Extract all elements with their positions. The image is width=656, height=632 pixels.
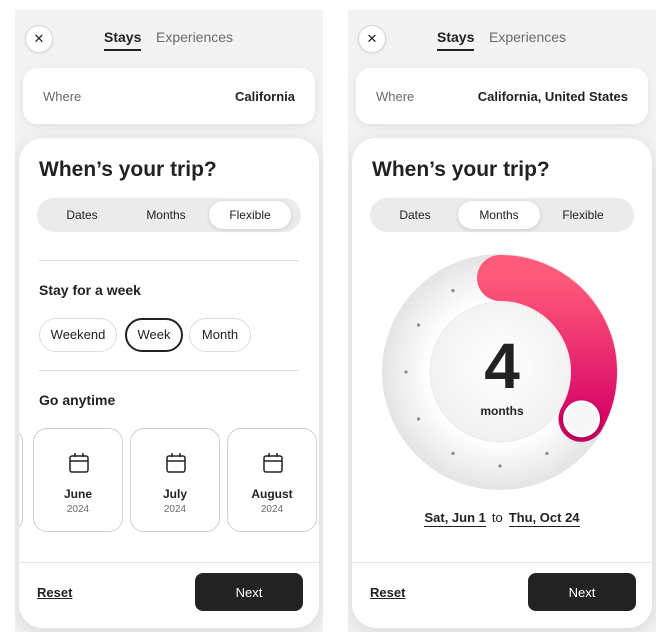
dial-tick	[451, 451, 455, 456]
top-bar: ✕ Stays Experiences	[348, 22, 656, 56]
where-card[interactable]: Where California, United States	[356, 68, 648, 124]
month-count: 4	[484, 330, 520, 402]
month-card-august[interactable]: August 2024	[227, 428, 317, 532]
month-year: 2024	[66, 504, 90, 515]
dial-tick	[498, 464, 502, 468]
segment-months[interactable]: Months	[125, 201, 207, 229]
calendar-icon	[69, 453, 89, 473]
duration-option-week[interactable]: Week	[125, 318, 183, 352]
tab-stays[interactable]: Stays	[104, 29, 142, 51]
divider	[39, 260, 299, 261]
dial-tick	[416, 323, 421, 327]
footer-bar: Reset Next	[352, 562, 652, 628]
month-card-july[interactable]: July 2024	[130, 428, 220, 532]
phone-screen-months: ✕ Stays Experiences Where California, Un…	[348, 10, 656, 632]
duration-option-month[interactable]: Month	[189, 318, 251, 352]
page-title: When’s your trip?	[39, 158, 217, 181]
next-button[interactable]: Next	[528, 573, 636, 611]
calendar-icon	[263, 453, 283, 473]
tab-experiences[interactable]: Experiences	[156, 29, 233, 49]
month-name: July	[162, 487, 187, 501]
reset-button[interactable]: Reset	[370, 585, 405, 600]
go-anytime-title: Go anytime	[39, 392, 116, 408]
dial-tick	[545, 451, 549, 456]
top-bar: ✕ Stays Experiences	[15, 22, 323, 56]
phone-screen-flexible: ✕ Stays Experiences Where California Whe…	[15, 10, 323, 632]
month-year: 2024	[163, 504, 187, 515]
where-label: Where	[43, 88, 82, 104]
date-mode-selector: Dates Months Flexible	[37, 198, 301, 232]
month-name: June	[63, 487, 92, 501]
month-unit: months	[480, 404, 524, 418]
divider	[39, 370, 299, 371]
next-button[interactable]: Next	[195, 573, 303, 611]
where-value: California	[235, 88, 295, 104]
close-icon: ✕	[366, 31, 378, 46]
start-date[interactable]: Sat, Jun 1	[424, 510, 486, 527]
dial-tick	[451, 288, 455, 293]
tab-stays[interactable]: Stays	[437, 29, 475, 51]
duration-option-weekend[interactable]: Weekend	[39, 318, 117, 352]
when-card: When’s your trip? Dates Months Flexible …	[19, 138, 319, 628]
month-name: August	[251, 487, 293, 501]
date-range: Sat, Jun 1 to Thu, Oct 24	[352, 510, 652, 527]
where-label: Where	[376, 88, 415, 104]
tab-experiences[interactable]: Experiences	[489, 29, 566, 49]
range-separator: to	[491, 510, 503, 525]
month-card-partial[interactable]	[19, 428, 23, 532]
segment-flexible[interactable]: Flexible	[209, 201, 291, 229]
where-value: California, United States	[477, 88, 628, 104]
close-button[interactable]: ✕	[25, 25, 53, 53]
stay-duration-title: Stay for a week	[39, 282, 141, 298]
segment-dates[interactable]: Dates	[41, 201, 123, 229]
reset-button[interactable]: Reset	[37, 585, 72, 600]
calendar-icon	[166, 453, 186, 473]
when-card: When’s your trip? Dates Months Flexible	[352, 138, 652, 628]
month-year: 2024	[260, 504, 284, 515]
close-icon: ✕	[33, 31, 45, 46]
end-date[interactable]: Thu, Oct 24	[508, 510, 580, 527]
close-button[interactable]: ✕	[358, 25, 386, 53]
footer-bar: Reset Next	[19, 562, 319, 628]
month-card-june[interactable]: June 2024	[33, 428, 123, 532]
month-duration-dial[interactable]	[352, 138, 652, 508]
where-card[interactable]: Where California	[23, 68, 315, 124]
